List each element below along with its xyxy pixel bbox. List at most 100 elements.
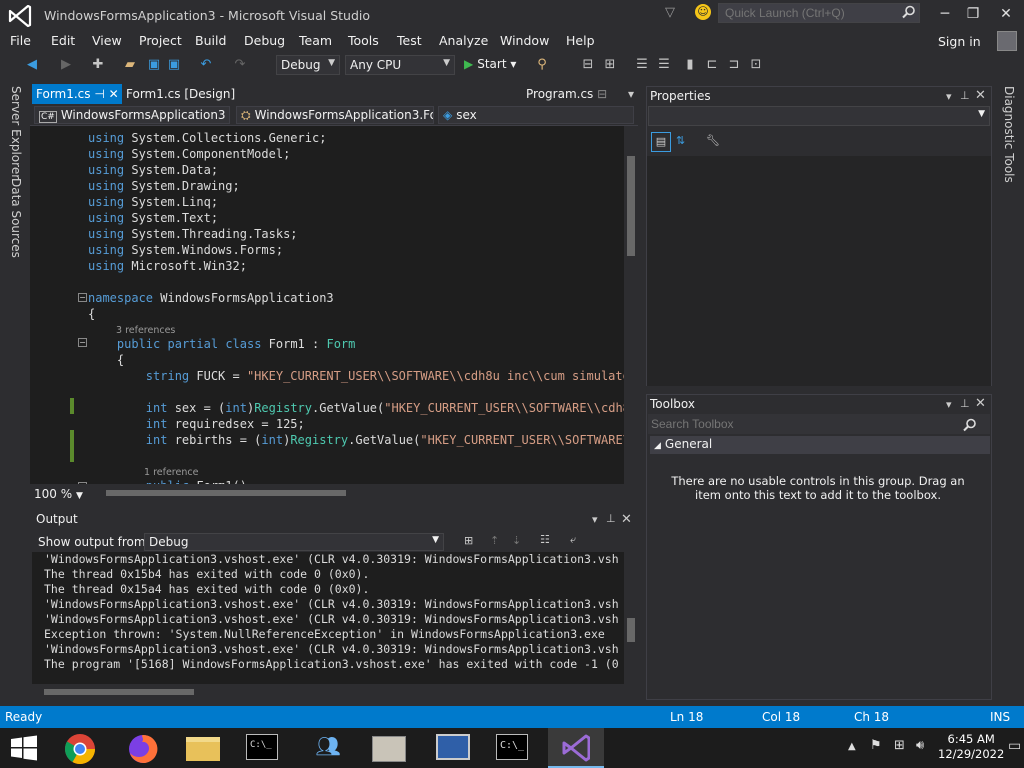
menu-team[interactable]: Team [299, 33, 332, 48]
menu-window[interactable]: Window [500, 33, 549, 48]
user-avatar-icon[interactable] [997, 31, 1017, 51]
panel-menu-icon[interactable]: ▾ [946, 398, 952, 411]
close-panel-icon[interactable]: ✕ [975, 396, 986, 411]
minimize-icon[interactable]: ─ [935, 6, 955, 22]
clear-bookmarks-icon[interactable]: ⊡ [748, 57, 764, 73]
pin-icon[interactable]: ⊥ [960, 89, 970, 102]
navigate-forward-icon[interactable]: ▶ [58, 57, 74, 73]
preview-tab-icon[interactable]: ⊟ [597, 87, 607, 101]
clear-all-icon[interactable]: ☷ [540, 533, 550, 546]
command-prompt-icon[interactable]: C:\_ [246, 734, 278, 760]
show-hidden-icons-icon[interactable]: ▲ [848, 741, 856, 752]
tab-overflow-dropdown[interactable]: ▾ [624, 84, 638, 104]
tab-form1-cs[interactable]: Form1.cs ⊣ ✕ [32, 84, 122, 104]
word-wrap-icon[interactable]: ⤶ [570, 533, 576, 547]
scroll-thumb[interactable] [627, 618, 635, 642]
save-icon[interactable]: ▣ [146, 57, 162, 73]
action-flag-icon[interactable]: ⚑ [870, 738, 882, 753]
bookmark-icon[interactable]: ▮ [682, 57, 698, 73]
close-panel-icon[interactable]: ✕ [621, 512, 632, 527]
output-text-area[interactable]: 'WindowsFormsApplication3.vshost.exe' (C… [32, 552, 624, 684]
solution-platform-dropdown[interactable]: Any CPU ▼ [345, 55, 455, 75]
scroll-thumb[interactable] [627, 156, 635, 256]
collapse-region-icon[interactable]: − [78, 293, 87, 302]
start-debugging-button[interactable]: ▶ Start ▾ [464, 57, 516, 71]
network-icon[interactable]: ⊞ [894, 738, 905, 753]
restore-icon[interactable]: ❐ [963, 6, 983, 22]
feedback-smiley-icon[interactable]: ☺ [695, 4, 711, 20]
previous-message-icon[interactable]: ⇡ [490, 534, 499, 547]
toolbox-search-input[interactable] [648, 414, 990, 434]
next-bookmark-icon[interactable]: ⊐ [726, 57, 742, 73]
pin-icon[interactable]: ⊥ [960, 397, 970, 410]
monitor-icon[interactable] [436, 734, 470, 760]
properties-object-dropdown[interactable]: ▼ [648, 106, 990, 126]
search-icon[interactable] [963, 418, 977, 432]
menu-analyze[interactable]: Analyze [439, 33, 488, 48]
next-message-icon[interactable]: ⇣ [512, 534, 521, 547]
quick-launch-input[interactable] [718, 3, 920, 23]
output-vertical-scrollbar[interactable] [624, 552, 638, 684]
output-horizontal-scrollbar[interactable] [32, 684, 624, 700]
undo-icon[interactable]: ↶ [198, 57, 214, 73]
close-panel-icon[interactable]: ✕ [975, 88, 986, 103]
editor-horizontal-scrollbar[interactable] [30, 484, 638, 502]
save-all-icon[interactable]: ▣ [166, 57, 182, 73]
solution-configuration-dropdown[interactable]: Debug ▼ [276, 55, 340, 75]
panel-menu-icon[interactable]: ▾ [592, 513, 598, 526]
navigate-back-icon[interactable]: ◀ [24, 57, 40, 73]
close-tab-icon[interactable]: ✕ [109, 87, 119, 101]
search-icon[interactable] [902, 5, 916, 19]
menu-view[interactable]: View [92, 33, 122, 48]
console-app-icon[interactable]: C:\_ [496, 734, 528, 760]
member-dropdown[interactable]: ◈ sex [438, 106, 634, 124]
firefox-icon[interactable] [126, 732, 160, 766]
notifications-filter-icon[interactable]: ▽ [665, 5, 679, 21]
diagnostic-tools-tab[interactable]: Diagnostic Tools [1002, 86, 1016, 183]
new-project-icon[interactable]: ✚ [90, 57, 106, 73]
notifications-icon[interactable]: ▭ [1008, 738, 1021, 754]
server-explorer-tab[interactable]: Server Explorer [9, 86, 23, 179]
property-pages-icon[interactable]: 🔧︎ [706, 134, 720, 147]
visual-studio-taskbar-button[interactable] [548, 728, 604, 768]
menu-debug[interactable]: Debug [244, 33, 285, 48]
taskbar-clock[interactable]: 6:45 AM 12/29/2022 [938, 732, 1004, 762]
menu-project[interactable]: Project [139, 33, 182, 48]
file-explorer-icon[interactable] [186, 737, 220, 761]
toolbox-group-general[interactable]: ◢ General [650, 436, 990, 454]
comment-icon[interactable]: ☰ [634, 57, 650, 73]
menu-tools[interactable]: Tools [348, 33, 379, 48]
tab-form1-design[interactable]: Form1.cs [Design] [122, 84, 242, 104]
zoom-level[interactable]: 100 % ▼ [34, 487, 83, 501]
volume-icon[interactable]: 🔊︎ [916, 738, 924, 753]
menu-file[interactable]: File [10, 33, 31, 48]
type-dropdown[interactable]: ⛭ WindowsFormsApplication3.Fo [236, 106, 434, 124]
pin-icon[interactable]: ⊣ [94, 87, 104, 101]
alphabetical-icon[interactable]: ⇅ [676, 134, 685, 147]
class-view-icon[interactable]: ⊞ [602, 57, 618, 73]
menu-edit[interactable]: Edit [51, 33, 75, 48]
panel-menu-icon[interactable]: ▾ [946, 90, 952, 103]
sign-in-link[interactable]: Sign in [938, 34, 981, 49]
output-source-dropdown[interactable]: Debug ▼ [144, 533, 444, 551]
windows-start-icon[interactable] [10, 735, 38, 761]
hscroll-thumb[interactable] [106, 490, 346, 496]
find-in-files-icon[interactable]: ⚲ [534, 57, 550, 73]
tab-program-cs[interactable]: Program.cs ⊟ [522, 84, 611, 104]
menu-help[interactable]: Help [566, 33, 595, 48]
pin-icon[interactable]: ⊥ [606, 512, 616, 525]
uncomment-icon[interactable]: ☰ [656, 57, 672, 73]
redo-icon[interactable]: ↷ [232, 57, 248, 73]
chrome-icon[interactable] [62, 731, 98, 767]
find-message-icon[interactable]: ⊞ [464, 534, 473, 547]
collapse-region-icon[interactable]: − [78, 338, 87, 347]
categorized-icon[interactable]: ▤ [651, 132, 671, 152]
solution-explorer-icon[interactable]: ⊟ [580, 57, 596, 73]
code-editor[interactable]: − − − using System.Collections.Generic;u… [30, 126, 624, 484]
close-icon[interactable]: ✕ [996, 6, 1016, 22]
property-grid[interactable] [647, 156, 991, 386]
previous-bookmark-icon[interactable]: ⊏ [704, 57, 720, 73]
editor-vertical-scrollbar[interactable] [624, 126, 638, 484]
open-file-icon[interactable]: ▰ [122, 57, 138, 73]
printer-icon[interactable] [372, 736, 406, 762]
